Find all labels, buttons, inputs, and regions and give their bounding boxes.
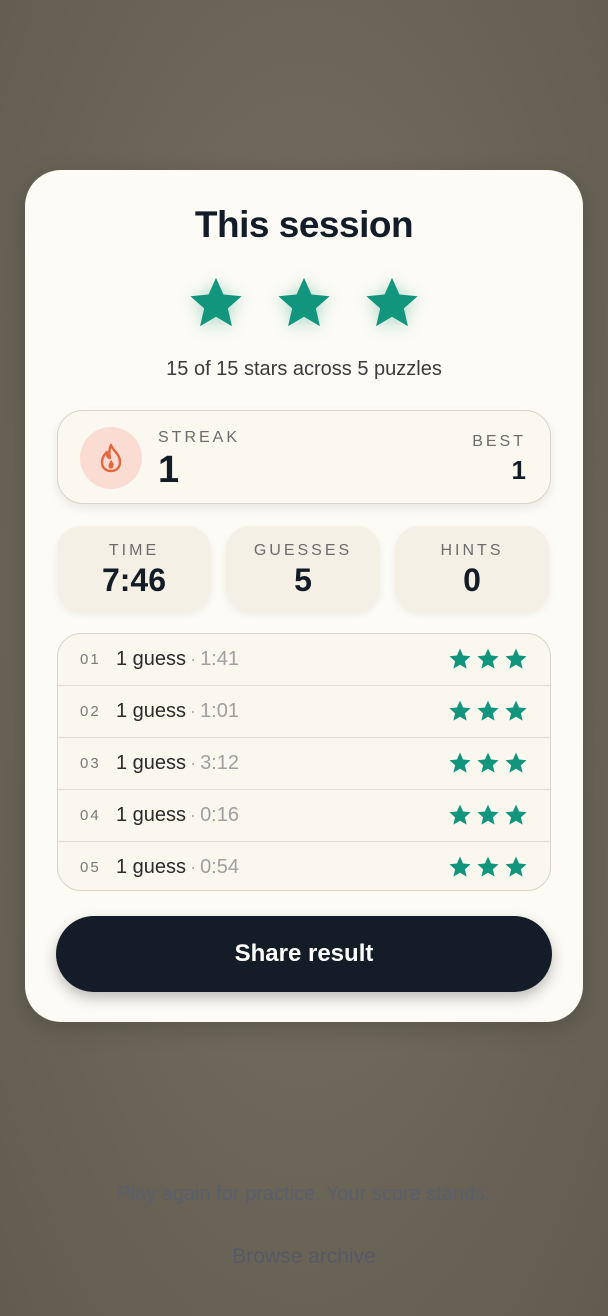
list-item: 04 1 guess · 0:16 [58, 790, 550, 842]
puzzle-time: 3:12 [200, 752, 239, 774]
puzzle-time: 0:54 [200, 856, 239, 878]
star-icon [449, 856, 471, 877]
session-stars [25, 274, 583, 332]
separator: · [190, 649, 197, 669]
streak-value: 1 [158, 449, 180, 491]
star-icon [190, 277, 242, 327]
star-icon [449, 648, 471, 669]
puzzle-guesses: 1 guess [116, 856, 187, 878]
browse-archive-link[interactable]: Browse archive [0, 1245, 608, 1269]
share-result-button[interactable]: Share result [56, 916, 552, 992]
stat-label: TIME [108, 542, 160, 559]
puzzle-guesses: 1 guess [116, 648, 187, 670]
puzzle-list: 01 1 guess · 1:41 02 1 guess · 1:01 03 1… [57, 633, 551, 891]
puzzle-number: 04 [80, 807, 101, 824]
page-title: This session [194, 204, 414, 245]
puzzle-stars [448, 803, 528, 827]
separator: · [190, 753, 197, 773]
list-item: 02 1 guess · 1:01 [58, 686, 550, 738]
stat-label: GUESSES [253, 542, 353, 559]
star-icon [505, 804, 527, 825]
puzzle-number: 05 [80, 859, 101, 876]
puzzle-stars [448, 855, 528, 879]
session-summary: 15 of 15 stars across 5 puzzles [166, 358, 442, 380]
stat-label: HINTS [440, 542, 504, 559]
stat-guesses: GUESSES 5 [226, 526, 380, 612]
list-item: 05 1 guess · 0:54 [58, 842, 550, 890]
streak-label: STREAK [158, 429, 241, 446]
star-icon [477, 804, 499, 825]
flame-badge [80, 427, 142, 489]
puzzle-stars [448, 751, 528, 775]
star-icon [449, 804, 471, 825]
puzzle-stars [448, 647, 528, 671]
stat-value: 0 [463, 562, 481, 598]
puzzle-number: 02 [80, 703, 101, 720]
star-icon [477, 648, 499, 669]
flame-icon [100, 443, 122, 473]
star-icon [477, 700, 499, 721]
star-icon [278, 277, 330, 327]
star-icon [505, 856, 527, 877]
star-icon [505, 700, 527, 721]
star-icon [449, 700, 471, 721]
puzzle-time: 1:01 [200, 700, 239, 722]
separator: · [190, 857, 197, 877]
puzzle-number: 03 [80, 755, 101, 772]
list-item: 01 1 guess · 1:41 [58, 634, 550, 686]
puzzle-guesses: 1 guess [116, 804, 187, 826]
streak-panel: STREAK 1 BEST 1 [57, 410, 551, 504]
separator: · [190, 805, 197, 825]
puzzle-guesses: 1 guess [116, 752, 187, 774]
stat-value: 7:46 [101, 562, 167, 598]
stat-value: 5 [294, 562, 312, 598]
star-icon [505, 752, 527, 773]
practice-note: Play again for practice. Your score stan… [117, 1183, 491, 1205]
results-card: This session 15 of 15 stars across 5 puz… [25, 170, 583, 1022]
star-icon [477, 752, 499, 773]
puzzle-time: 1:41 [200, 648, 239, 670]
puzzle-guesses: 1 guess [116, 700, 187, 722]
star-icon [505, 648, 527, 669]
puzzle-time: 0:16 [200, 804, 239, 826]
puzzle-number: 01 [80, 651, 101, 668]
separator: · [190, 701, 197, 721]
stat-hints: HINTS 0 [395, 526, 549, 612]
best-value: 1 [511, 455, 526, 485]
stat-time: TIME 7:46 [57, 526, 211, 612]
list-item: 03 1 guess · 3:12 [58, 738, 550, 790]
puzzle-stars [448, 699, 528, 723]
star-icon [366, 277, 418, 327]
star-icon [449, 752, 471, 773]
star-icon [477, 856, 499, 877]
best-label: BEST [472, 433, 526, 450]
